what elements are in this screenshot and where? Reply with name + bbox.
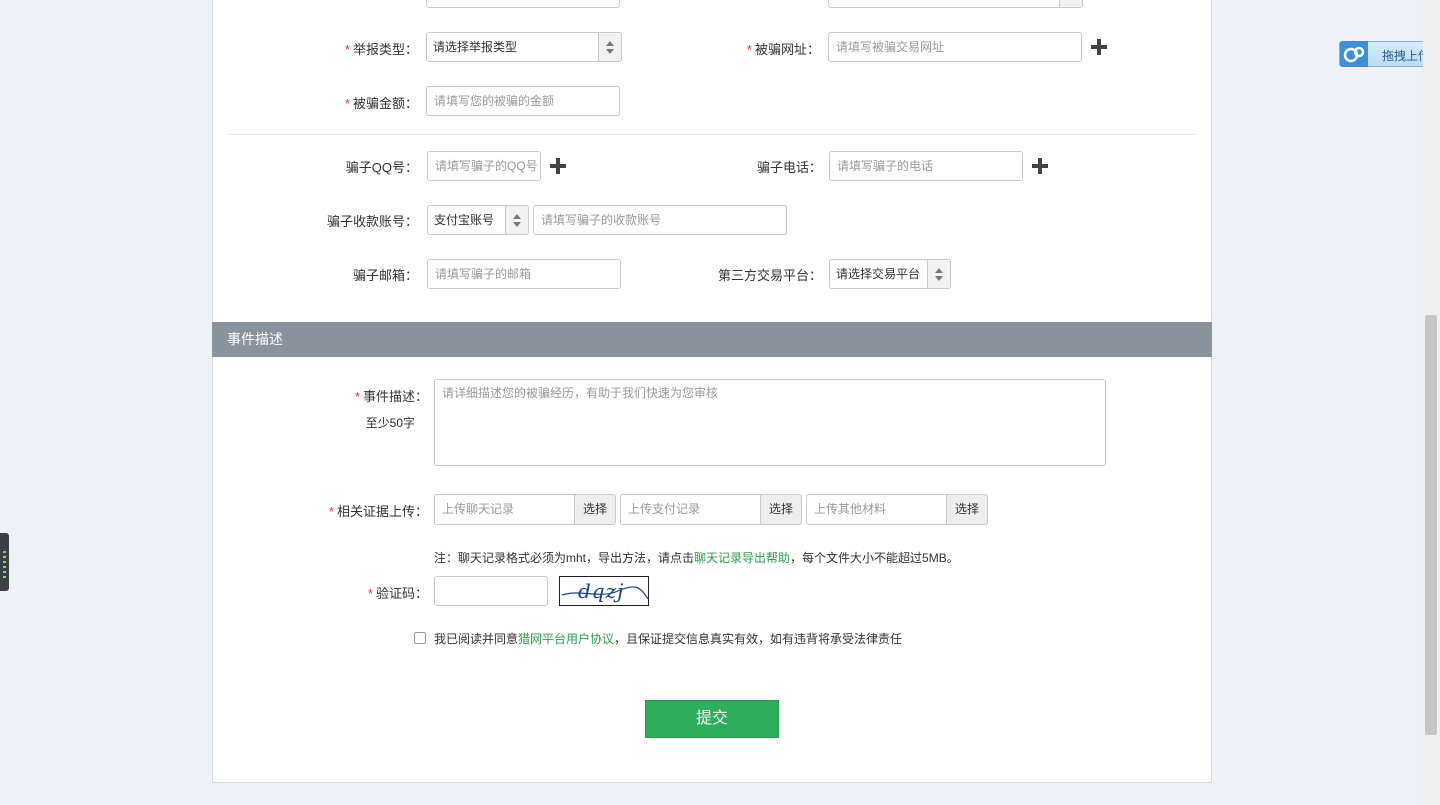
report-type-label: * 举报类型： <box>344 42 418 57</box>
scammer-account-input[interactable]: 请填写骗子的收款账号 <box>533 205 787 235</box>
section-title: 事件描述 <box>227 331 283 347</box>
chat-record-input[interactable]: 上传聊天记录 <box>434 494 575 525</box>
fraud-url-label: * 被骗网址： <box>746 42 820 57</box>
add-url-icon[interactable] <box>1090 38 1108 56</box>
account-type-select[interactable]: 支付宝账号 <box>427 205 529 235</box>
fraud-amount-label: * 被骗金额： <box>344 96 418 111</box>
payment-record-choose-button[interactable]: 选择 <box>760 494 802 525</box>
cloud-icon <box>1340 41 1368 67</box>
user-agreement-link[interactable]: 猎网平台用户协议 <box>518 632 614 646</box>
description-hint: 至少50字 <box>365 416 415 430</box>
evidence-label: * 相关证据上传： <box>328 504 428 519</box>
payment-record-input[interactable]: 上传支付记录 <box>620 494 761 525</box>
select-arrow-icon <box>1059 0 1082 7</box>
scammer-qq-label: 骗子QQ号： <box>345 160 418 175</box>
captcha-text: dqzj <box>578 579 625 603</box>
add-phone-icon[interactable] <box>1031 157 1049 175</box>
report-type-select[interactable]: 请选择举报类型 <box>426 32 622 62</box>
select-arrow-icon <box>505 206 528 234</box>
captcha-image[interactable]: dqzj <box>559 576 649 606</box>
section-divider <box>228 134 1196 135</box>
third-party-platform-label: 第三方交易平台： <box>717 268 822 283</box>
submit-button[interactable]: 提交 <box>645 700 779 738</box>
scammer-account-label: 骗子收款账号： <box>326 214 418 229</box>
captcha-input[interactable] <box>434 576 548 606</box>
upload-note: 注：聊天记录格式必须为mht，导出方法，请点击聊天记录导出帮助，每个文件大小不能… <box>434 551 959 565</box>
agreement-checkbox[interactable] <box>414 632 426 644</box>
fraud-amount-input[interactable]: 请填写您的被骗的金额 <box>426 86 620 116</box>
description-label: * 事件描述： <box>354 389 428 404</box>
partial-top-input-left[interactable] <box>426 0 620 8</box>
scammer-qq-input[interactable]: 请填写骗子的QQ号 <box>427 151 541 181</box>
scammer-phone-label: 骗子电话： <box>756 160 822 175</box>
side-panel-tab[interactable] <box>0 533 9 591</box>
description-textarea[interactable]: 请详细描述您的被骗经历，有助于我们快速为您审核 <box>434 379 1106 466</box>
scrollbar-thumb[interactable] <box>1425 315 1437 735</box>
scammer-phone-input[interactable]: 请填写骗子的电话 <box>829 151 1023 181</box>
page-scrollbar[interactable] <box>1423 0 1440 805</box>
select-arrow-icon <box>598 33 621 61</box>
add-qq-icon[interactable] <box>549 157 567 175</box>
scammer-email-label: 骗子邮箱： <box>352 268 418 283</box>
partial-top-select-right[interactable] <box>828 0 1083 8</box>
other-material-input[interactable]: 上传其他材料 <box>806 494 947 525</box>
chat-record-choose-button[interactable]: 选择 <box>574 494 616 525</box>
agreement-text: 我已阅读并同意猎网平台用户协议，且保证提交信息真实有效，如有违背将承受法律责任 <box>434 632 903 646</box>
fraud-url-input[interactable]: 请填写被骗交易网址 <box>828 32 1082 62</box>
select-arrow-icon <box>927 260 950 288</box>
other-material-choose-button[interactable]: 选择 <box>946 494 988 525</box>
section-title-bar: 事件描述 <box>212 322 1212 357</box>
captcha-label: * 验证码： <box>367 586 428 601</box>
third-party-platform-select[interactable]: 请选择交易平台 <box>829 259 951 289</box>
export-help-link[interactable]: 聊天记录导出帮助 <box>694 551 790 565</box>
scammer-email-input[interactable]: 请填写骗子的邮箱 <box>427 259 621 289</box>
